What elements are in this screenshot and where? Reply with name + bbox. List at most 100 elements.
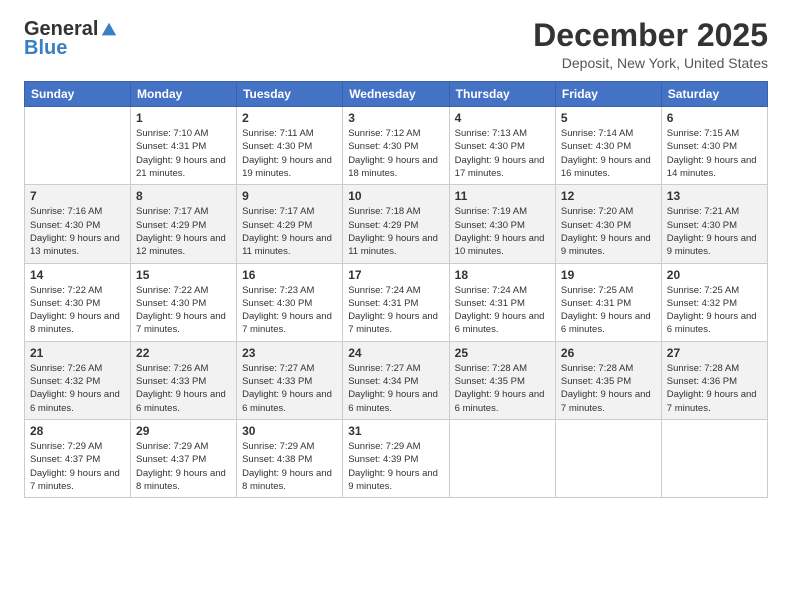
table-row: 31 Sunrise: 7:29 AM Sunset: 4:39 PM Dayli…: [343, 419, 449, 497]
day-number: 8: [136, 189, 231, 203]
day-info: Sunrise: 7:29 AM Sunset: 4:38 PM Dayligh…: [242, 440, 337, 493]
day-number: 15: [136, 268, 231, 282]
day-info: Sunrise: 7:25 AM Sunset: 4:32 PM Dayligh…: [667, 284, 762, 337]
day-info: Sunrise: 7:28 AM Sunset: 4:36 PM Dayligh…: [667, 362, 762, 415]
table-row: 6Sunrise: 7:15 AM Sunset: 4:30 PM Daylig…: [661, 107, 767, 185]
header-saturday: Saturday: [661, 82, 767, 107]
header-thursday: Thursday: [449, 82, 555, 107]
day-info: Sunrise: 7:28 AM Sunset: 4:35 PM Dayligh…: [561, 362, 656, 415]
day-number: 12: [561, 189, 656, 203]
main-title: December 2025: [533, 18, 768, 53]
day-info: Sunrise: 7:22 AM Sunset: 4:30 PM Dayligh…: [136, 284, 231, 337]
day-info: Sunrise: 7:29 AM Sunset: 4:37 PM Dayligh…: [136, 440, 231, 493]
day-number: 4: [455, 111, 550, 125]
table-row: 8 Sunrise: 7:17 AM Sunset: 4:29 PM Daylig…: [131, 185, 237, 263]
day-number: 25: [455, 346, 550, 360]
week-row-3: 21 Sunrise: 7:26 AM Sunset: 4:32 PM Dayli…: [25, 341, 768, 419]
table-row: [661, 419, 767, 497]
day-number: 3: [348, 111, 443, 125]
logo-icon: [100, 21, 118, 39]
day-info: Sunrise: 7:29 AM Sunset: 4:39 PM Dayligh…: [348, 440, 443, 493]
day-info: Sunrise: 7:15 AM Sunset: 4:30 PM Dayligh…: [667, 127, 762, 180]
day-number: 22: [136, 346, 231, 360]
day-info: Sunrise: 7:18 AM Sunset: 4:29 PM Dayligh…: [348, 205, 443, 258]
table-row: 16Sunrise: 7:23 AM Sunset: 4:30 PM Dayli…: [237, 263, 343, 341]
week-row-1: 7 Sunrise: 7:16 AM Sunset: 4:30 PM Daylig…: [25, 185, 768, 263]
day-number: 26: [561, 346, 656, 360]
day-number: 24: [348, 346, 443, 360]
table-row: 26 Sunrise: 7:28 AM Sunset: 4:35 PM Dayli…: [555, 341, 661, 419]
table-row: 18 Sunrise: 7:24 AM Sunset: 4:31 PM Dayli…: [449, 263, 555, 341]
table-row: 21 Sunrise: 7:26 AM Sunset: 4:32 PM Dayli…: [25, 341, 131, 419]
day-number: 5: [561, 111, 656, 125]
day-number: 17: [348, 268, 443, 282]
calendar: Sunday Monday Tuesday Wednesday Thursday…: [24, 81, 768, 498]
header-friday: Friday: [555, 82, 661, 107]
day-number: 9: [242, 189, 337, 203]
subtitle: Deposit, New York, United States: [533, 55, 768, 71]
table-row: 14Sunrise: 7:22 AM Sunset: 4:30 PM Dayli…: [25, 263, 131, 341]
table-row: 29 Sunrise: 7:29 AM Sunset: 4:37 PM Dayli…: [131, 419, 237, 497]
header-wednesday: Wednesday: [343, 82, 449, 107]
day-info: Sunrise: 7:11 AM Sunset: 4:30 PM Dayligh…: [242, 127, 337, 180]
day-info: Sunrise: 7:25 AM Sunset: 4:31 PM Dayligh…: [561, 284, 656, 337]
header-sunday: Sunday: [25, 82, 131, 107]
day-info: Sunrise: 7:29 AM Sunset: 4:37 PM Dayligh…: [30, 440, 125, 493]
table-row: 30 Sunrise: 7:29 AM Sunset: 4:38 PM Dayli…: [237, 419, 343, 497]
table-row: 17 Sunrise: 7:24 AM Sunset: 4:31 PM Dayli…: [343, 263, 449, 341]
table-row: 4 Sunrise: 7:13 AM Sunset: 4:30 PM Daylig…: [449, 107, 555, 185]
table-row: 12 Sunrise: 7:20 AM Sunset: 4:30 PM Dayli…: [555, 185, 661, 263]
table-row: 27Sunrise: 7:28 AM Sunset: 4:36 PM Dayli…: [661, 341, 767, 419]
day-number: 30: [242, 424, 337, 438]
table-row: 5 Sunrise: 7:14 AM Sunset: 4:30 PM Daylig…: [555, 107, 661, 185]
day-info: Sunrise: 7:27 AM Sunset: 4:34 PM Dayligh…: [348, 362, 443, 415]
day-info: Sunrise: 7:10 AM Sunset: 4:31 PM Dayligh…: [136, 127, 231, 180]
table-row: 19 Sunrise: 7:25 AM Sunset: 4:31 PM Dayli…: [555, 263, 661, 341]
day-number: 31: [348, 424, 443, 438]
day-number: 2: [242, 111, 337, 125]
table-row: 28 Sunrise: 7:29 AM Sunset: 4:37 PM Dayli…: [25, 419, 131, 497]
day-info: Sunrise: 7:13 AM Sunset: 4:30 PM Dayligh…: [455, 127, 550, 180]
day-number: 7: [30, 189, 125, 203]
table-row: 20Sunrise: 7:25 AM Sunset: 4:32 PM Dayli…: [661, 263, 767, 341]
table-row: 1 Sunrise: 7:10 AM Sunset: 4:31 PM Daylig…: [131, 107, 237, 185]
table-row: 13Sunrise: 7:21 AM Sunset: 4:30 PM Dayli…: [661, 185, 767, 263]
day-number: 13: [667, 189, 762, 203]
day-info: Sunrise: 7:28 AM Sunset: 4:35 PM Dayligh…: [455, 362, 550, 415]
table-row: 25 Sunrise: 7:28 AM Sunset: 4:35 PM Dayli…: [449, 341, 555, 419]
header: General Blue December 2025 Deposit, New …: [24, 18, 768, 71]
day-info: Sunrise: 7:14 AM Sunset: 4:30 PM Dayligh…: [561, 127, 656, 180]
logo-blue: Blue: [24, 37, 67, 60]
table-row: 3 Sunrise: 7:12 AM Sunset: 4:30 PM Daylig…: [343, 107, 449, 185]
day-number: 14: [30, 268, 125, 282]
day-info: Sunrise: 7:19 AM Sunset: 4:30 PM Dayligh…: [455, 205, 550, 258]
week-row-4: 28 Sunrise: 7:29 AM Sunset: 4:37 PM Dayli…: [25, 419, 768, 497]
page: General Blue December 2025 Deposit, New …: [0, 0, 792, 612]
day-number: 1: [136, 111, 231, 125]
day-info: Sunrise: 7:24 AM Sunset: 4:31 PM Dayligh…: [348, 284, 443, 337]
week-row-2: 14 Sunrise: 7:22 AM Sunset: 4:30 PM Dayli…: [25, 263, 768, 341]
day-info: Sunrise: 7:17 AM Sunset: 4:29 PM Dayligh…: [242, 205, 337, 258]
table-row: 7 Sunrise: 7:16 AM Sunset: 4:30 PM Daylig…: [25, 185, 131, 263]
day-info: Sunrise: 7:16 AM Sunset: 4:30 PM Dayligh…: [30, 205, 125, 258]
day-number: 28: [30, 424, 125, 438]
table-row: 24 Sunrise: 7:27 AM Sunset: 4:34 PM Dayli…: [343, 341, 449, 419]
logo: General Blue: [24, 18, 118, 60]
header-tuesday: Tuesday: [237, 82, 343, 107]
day-info: Sunrise: 7:20 AM Sunset: 4:30 PM Dayligh…: [561, 205, 656, 258]
table-row: 9 Sunrise: 7:17 AM Sunset: 4:29 PM Daylig…: [237, 185, 343, 263]
table-row: 22 Sunrise: 7:26 AM Sunset: 4:33 PM Dayli…: [131, 341, 237, 419]
day-info: Sunrise: 7:27 AM Sunset: 4:33 PM Dayligh…: [242, 362, 337, 415]
day-info: Sunrise: 7:26 AM Sunset: 4:32 PM Dayligh…: [30, 362, 125, 415]
table-row: 15 Sunrise: 7:22 AM Sunset: 4:30 PM Dayli…: [131, 263, 237, 341]
day-number: 21: [30, 346, 125, 360]
day-info: Sunrise: 7:24 AM Sunset: 4:31 PM Dayligh…: [455, 284, 550, 337]
day-info: Sunrise: 7:17 AM Sunset: 4:29 PM Dayligh…: [136, 205, 231, 258]
day-info: Sunrise: 7:12 AM Sunset: 4:30 PM Dayligh…: [348, 127, 443, 180]
day-number: 19: [561, 268, 656, 282]
day-info: Sunrise: 7:26 AM Sunset: 4:33 PM Dayligh…: [136, 362, 231, 415]
day-number: 18: [455, 268, 550, 282]
table-row: 23Sunrise: 7:27 AM Sunset: 4:33 PM Dayli…: [237, 341, 343, 419]
table-row: [449, 419, 555, 497]
day-number: 29: [136, 424, 231, 438]
